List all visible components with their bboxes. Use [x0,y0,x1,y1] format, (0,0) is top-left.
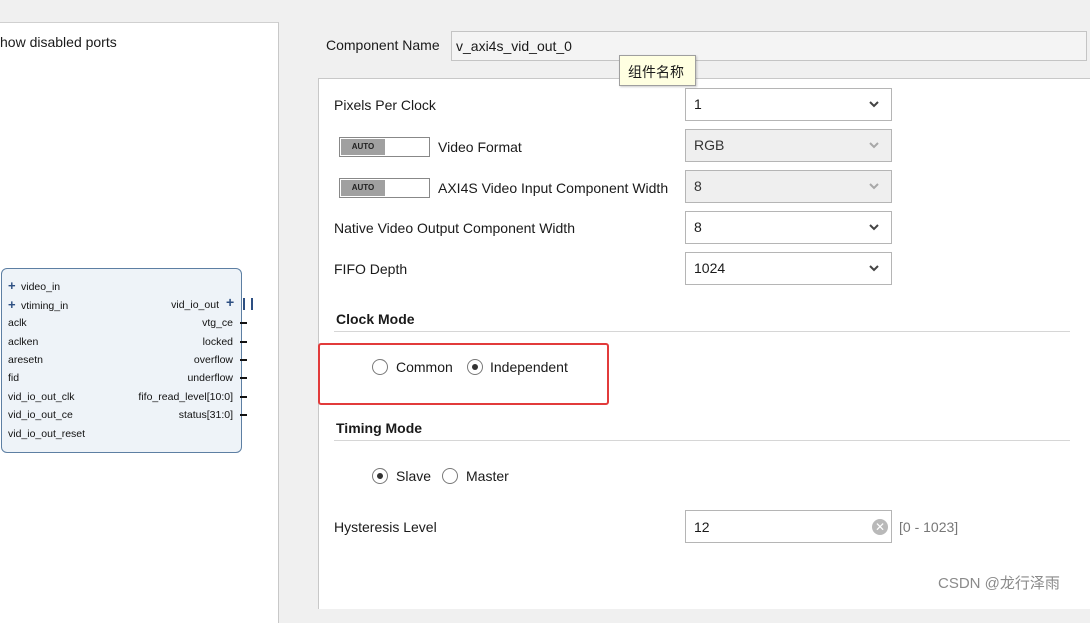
video-format-label: Video Format [438,139,522,155]
port-vid-io-out-clk: vid_io_out_clk [8,391,75,403]
pin-stub [240,322,247,324]
timing-mode-master-radio[interactable] [442,468,458,484]
pin-stub [240,377,247,379]
fifo-depth-label: FIFO Depth [334,261,408,277]
highlight-annotation-box [318,343,609,405]
clear-icon[interactable]: ✕ [872,519,888,535]
port-underflow: underflow [187,372,233,384]
timing-mode-title: Timing Mode [336,420,423,436]
chevron-down-icon [869,224,879,231]
timing-mode-slave-radio[interactable] [372,468,388,484]
port-vtiming-in[interactable]: + vtiming_in [8,298,68,312]
section-divider [334,440,1070,441]
expand-icon[interactable]: + [8,298,18,311]
native-width-select[interactable]: 8 [685,211,892,244]
timing-mode-slave-label[interactable]: Slave [396,468,431,484]
block-diagram-panel: how disabled ports + video_in + vtiming_in… [0,22,279,623]
component-name-label: Component Name [326,37,440,53]
pin-stub [240,396,247,398]
pin-stub [240,341,247,343]
port-vtg-ce: vtg_ce [202,317,233,329]
video-format-auto-toggle[interactable]: AUTO [339,137,430,157]
ip-block-symbol[interactable]: + video_in + vtiming_in aclk aclken areset… [1,268,242,453]
bus-pin-icon [243,298,253,310]
port-locked: locked [202,336,233,348]
pin-stub [240,414,247,416]
port-status: status[31:0] [178,409,233,421]
expand-icon[interactable]: + [226,294,234,310]
port-fid: fid [8,372,20,384]
port-vid-io-out-ce: vid_io_out_ce [8,409,73,421]
hysteresis-input[interactable]: 12 ✕ [685,510,892,543]
expand-icon[interactable]: + [8,279,18,292]
chevron-down-icon [869,101,879,108]
native-width-label: Native Video Output Component Width [334,220,575,236]
hysteresis-range: [0 - 1023] [899,519,959,535]
chevron-down-icon [869,183,879,190]
show-disabled-ports-label[interactable]: how disabled ports [0,34,117,50]
timing-mode-master-label[interactable]: Master [466,468,509,484]
fifo-depth-select[interactable]: 1024 [685,252,892,285]
video-format-select[interactable]: RGB [685,129,892,162]
component-name-input[interactable]: v_axi4s_vid_out_0 [451,31,1087,61]
port-vid-io-out: vid_io_out [171,299,219,311]
component-name-tooltip: 组件名称 [619,55,696,86]
port-fifo-read-level: fifo_read_level[10:0] [138,391,233,403]
axi4s-width-auto-toggle[interactable]: AUTO [339,178,430,198]
section-divider [334,331,1070,332]
watermark: CSDN @龙行泽雨 [938,575,1060,592]
port-overflow: overflow [193,354,233,366]
chevron-down-icon [869,265,879,272]
axi4s-width-label: AXI4S Video Input Component Width [438,180,669,196]
axi4s-width-select[interactable]: 8 [685,170,892,203]
hysteresis-label: Hysteresis Level [334,519,437,535]
port-vid-io-out-reset: vid_io_out_reset [8,428,86,440]
port-aclk: aclk [8,317,27,329]
pixels-per-clock-select[interactable]: 1 [685,88,892,121]
pin-stub [240,359,247,361]
chevron-down-icon [869,142,879,149]
port-aresetn: aresetn [8,354,44,366]
pixels-per-clock-label: Pixels Per Clock [334,97,436,113]
port-video-in[interactable]: + video_in [8,279,60,293]
port-aclken: aclken [8,336,39,348]
clock-mode-title: Clock Mode [336,311,415,327]
